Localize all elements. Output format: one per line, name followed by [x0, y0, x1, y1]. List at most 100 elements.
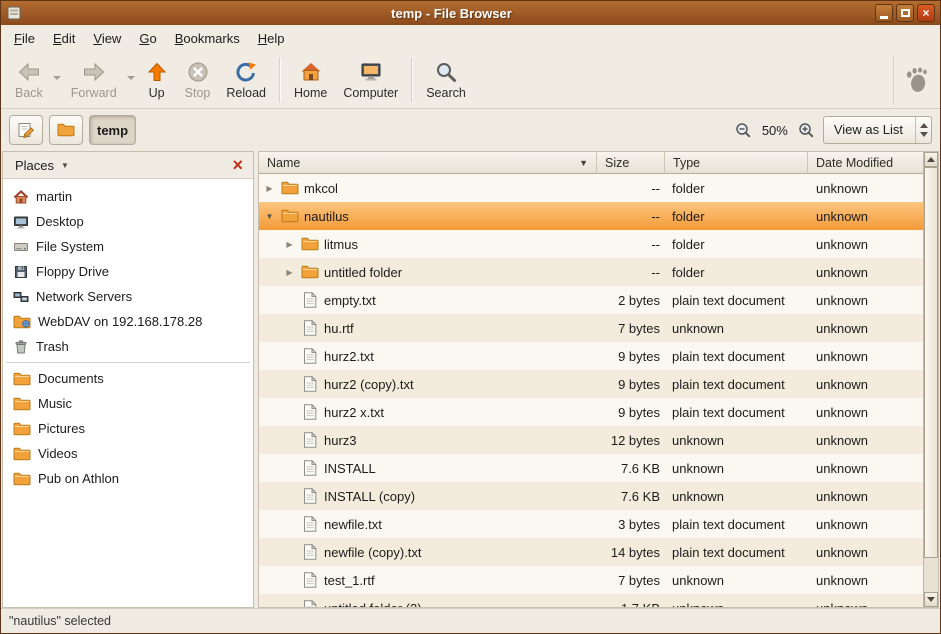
view-mode-select[interactable]: View as List — [823, 116, 932, 144]
file-row-untitled-folder[interactable]: ▶untitled folder--folderunknown — [259, 258, 923, 286]
file-row-nautilus[interactable]: ▼nautilus--folderunknown — [259, 202, 923, 230]
sidebar-item-documents[interactable]: Documents — [3, 366, 253, 391]
file-row-newfile-copy-txt[interactable]: newfile (copy).txt14 bytesplain text doc… — [259, 538, 923, 566]
sidebar-item-network-servers[interactable]: Network Servers — [3, 284, 253, 309]
file-row-empty-txt[interactable]: empty.txt2 bytesplain text documentunkno… — [259, 286, 923, 314]
scroll-up-button[interactable] — [924, 152, 938, 167]
sidebar-item-music[interactable]: Music — [3, 391, 253, 416]
file-row-hurz2-copy-txt[interactable]: hurz2 (copy).txt9 bytesplain text docume… — [259, 370, 923, 398]
folder-icon — [13, 447, 31, 461]
vertical-scrollbar[interactable] — [923, 152, 938, 607]
menu-go[interactable]: Go — [130, 27, 165, 50]
file-type: folder — [665, 258, 808, 286]
file-name: untitled folder — [324, 265, 402, 280]
minimize-button[interactable] — [875, 4, 893, 22]
file-row-hurz2-txt[interactable]: hurz2.txt9 bytesplain text documentunkno… — [259, 342, 923, 370]
up-button[interactable]: Up — [137, 57, 177, 103]
sidebar-close-button[interactable]: × — [228, 156, 247, 174]
file-row-hu-rtf[interactable]: hu.rtf7 bytesunknownunknown — [259, 314, 923, 342]
file-date-modified: unknown — [808, 398, 923, 426]
edit-location-button[interactable] — [9, 115, 43, 145]
name-cell: ▼ nautilus — [259, 202, 597, 230]
file-row-untitled-folder-2[interactable]: untitled folder (2)1.7 KBunknownunknown — [259, 594, 923, 607]
name-cell: ▶mkcol — [259, 174, 597, 202]
sidebar-item-desktop[interactable]: Desktop — [3, 209, 253, 234]
path-current-button[interactable]: temp — [89, 115, 136, 145]
forward-label: Forward — [71, 86, 117, 100]
file-type: plain text document — [665, 342, 808, 370]
column-header-date-modified[interactable]: Date Modified — [808, 152, 923, 174]
menu-file[interactable]: File — [5, 27, 44, 50]
sidebar-item-trash[interactable]: Trash — [3, 334, 253, 359]
back-history-dropdown[interactable] — [51, 60, 63, 100]
sidebar-item-pub-on-athlon[interactable]: Pub on Athlon — [3, 466, 253, 491]
column-header-size[interactable]: Size — [597, 152, 665, 174]
file-date-modified: unknown — [808, 286, 923, 314]
view-mode-steppers[interactable] — [915, 117, 931, 143]
scroll-down-button[interactable] — [924, 592, 938, 607]
file-size: 7 bytes — [597, 566, 665, 594]
expander-collapsed-icon[interactable]: ▶ — [263, 184, 276, 193]
sidebar-item-label: Desktop — [36, 214, 84, 229]
file-row-litmus[interactable]: ▶litmus--folderunknown — [259, 230, 923, 258]
sidebar-item-pictures[interactable]: Pictures — [3, 416, 253, 441]
file-row-install-copy[interactable]: INSTALL (copy)7.6 KBunknownunknown — [259, 482, 923, 510]
sidebar-item-webdav-on-192-168-178-28[interactable]: WebDAV on 192.168.178.28 — [3, 309, 253, 334]
file-icon — [301, 488, 319, 504]
forward-button[interactable]: Forward — [63, 57, 125, 103]
file-size: -- — [597, 202, 665, 230]
file-row-test-1-rtf[interactable]: test_1.rtf7 bytesunknownunknown — [259, 566, 923, 594]
column-header-name[interactable]: Name ▼ — [259, 152, 597, 174]
scrollbar-track[interactable] — [924, 167, 938, 592]
file-type: unknown — [665, 594, 808, 607]
file-row-newfile-txt[interactable]: newfile.txt3 bytesplain text documentunk… — [259, 510, 923, 538]
file-name: nautilus — [304, 209, 349, 224]
arrow-down-icon — [927, 597, 935, 606]
path-root-button[interactable] — [49, 115, 83, 145]
expander-collapsed-icon[interactable]: ▶ — [283, 240, 296, 249]
column-header-type[interactable]: Type — [665, 152, 808, 174]
expander-collapsed-icon[interactable]: ▶ — [283, 268, 296, 277]
scrollbar-thumb[interactable] — [924, 167, 938, 558]
sidebar-item-martin[interactable]: martin — [3, 184, 253, 209]
close-button[interactable]: × — [917, 4, 935, 22]
file-row-install[interactable]: INSTALL7.6 KBunknownunknown — [259, 454, 923, 482]
forward-history-dropdown[interactable] — [125, 60, 137, 100]
menu-view[interactable]: View — [84, 27, 130, 50]
menu-edit[interactable]: Edit — [44, 27, 84, 50]
back-button[interactable]: Back — [7, 57, 51, 103]
file-row-hurz3[interactable]: hurz312 bytesunknownunknown — [259, 426, 923, 454]
file-row-hurz2-x-txt[interactable]: hurz2 x.txt9 bytesplain text documentunk… — [259, 398, 923, 426]
sidebar-separator — [6, 362, 250, 363]
titlebar[interactable]: temp - File Browser × — [1, 1, 940, 25]
sidebar-item-file-system[interactable]: File System — [3, 234, 253, 259]
expander-expanded-icon[interactable]: ▼ — [263, 212, 276, 221]
menu-bookmarks[interactable]: Bookmarks — [166, 27, 249, 50]
file-type: unknown — [665, 426, 808, 454]
zoom-out-button[interactable] — [733, 120, 754, 141]
computer-button[interactable]: Computer — [335, 57, 406, 103]
file-type: unknown — [665, 454, 808, 482]
sidebar-item-videos[interactable]: Videos — [3, 441, 253, 466]
close-icon: × — [922, 7, 929, 19]
file-date-modified: unknown — [808, 566, 923, 594]
file-type: unknown — [665, 314, 808, 342]
file-row-mkcol[interactable]: ▶mkcol--folderunknown — [259, 174, 923, 202]
toolbar-separator — [411, 58, 413, 102]
file-icon — [301, 516, 319, 532]
search-button[interactable]: Search — [418, 57, 474, 103]
window-icon — [6, 5, 22, 21]
up-label: Up — [149, 86, 165, 100]
home-button[interactable]: Home — [286, 57, 335, 103]
file-size: 1.7 KB — [597, 594, 665, 607]
file-size: 7.6 KB — [597, 454, 665, 482]
zoom-in-button[interactable] — [796, 120, 817, 141]
places-dropdown[interactable]: Places ▼ — [9, 156, 75, 175]
sidebar-item-floppy-drive[interactable]: Floppy Drive — [3, 259, 253, 284]
menu-help[interactable]: Help — [249, 27, 294, 50]
reload-button[interactable]: Reload — [218, 57, 274, 103]
file-size: 14 bytes — [597, 538, 665, 566]
stop-button[interactable]: Stop — [177, 57, 219, 103]
name-cell: hurz2.txt — [259, 342, 597, 370]
maximize-button[interactable] — [896, 4, 914, 22]
